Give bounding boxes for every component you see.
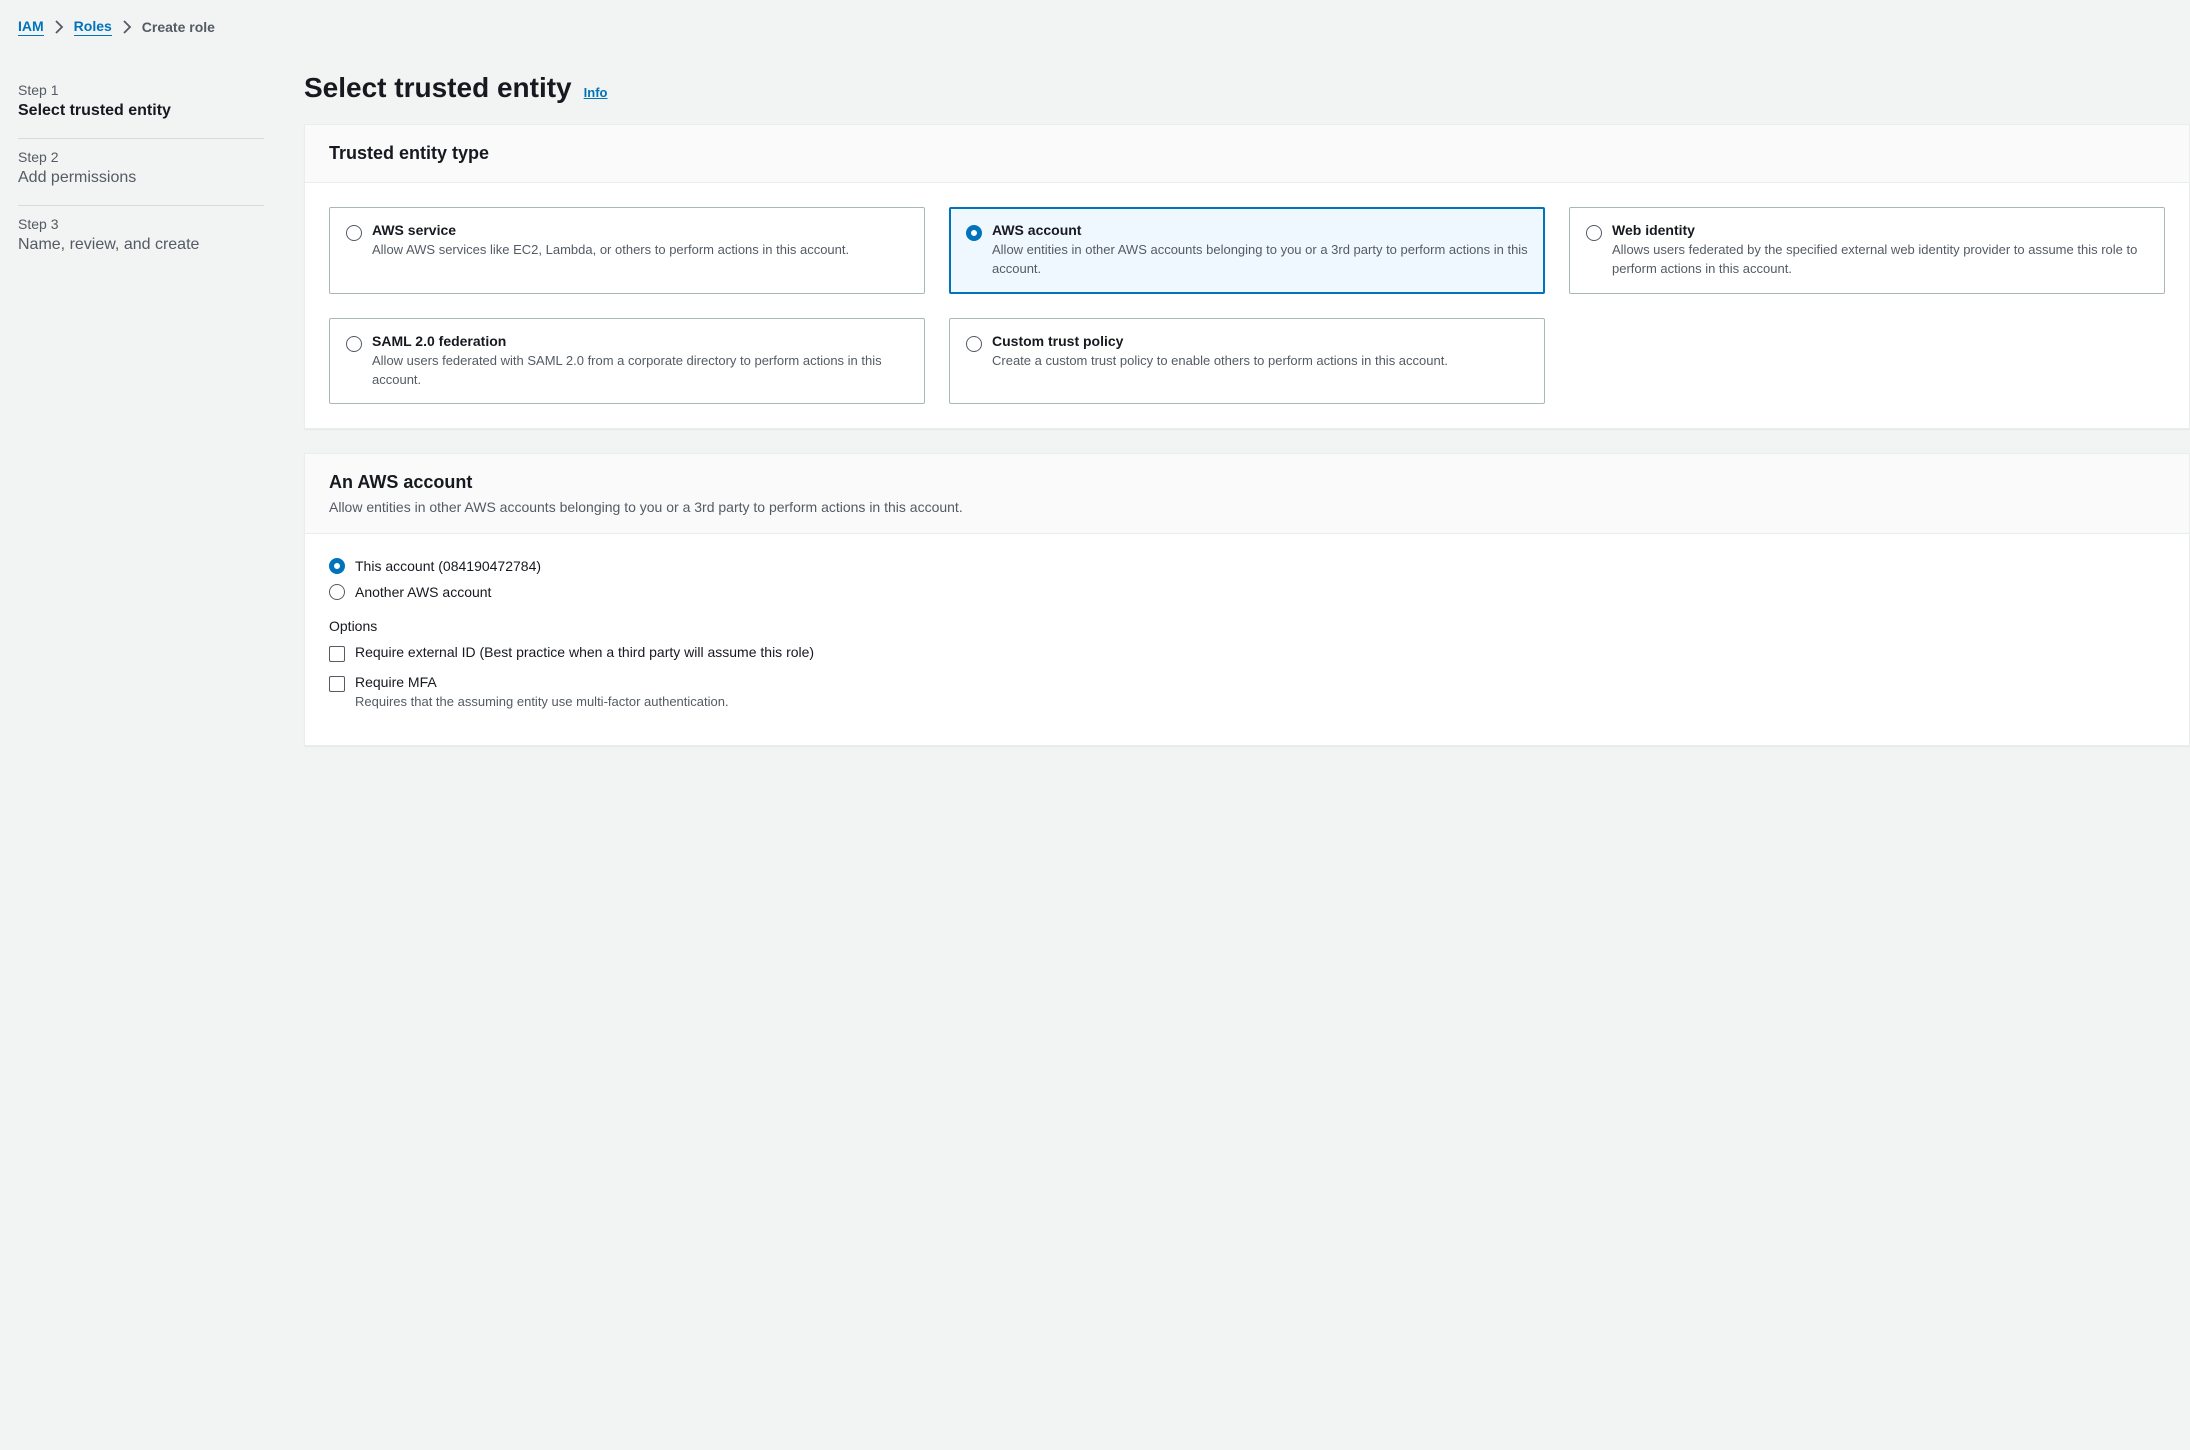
tile-desc: Allow entities in other AWS accounts bel…: [992, 241, 1528, 279]
tile-saml[interactable]: SAML 2.0 federation Allow users federate…: [329, 318, 925, 405]
checkbox-icon: [329, 646, 345, 662]
radio-this-account[interactable]: This account (084190472784): [329, 558, 2165, 574]
tile-custom-trust[interactable]: Custom trust policy Create a custom trus…: [949, 318, 1545, 405]
checkbox-desc: Requires that the assuming entity use mu…: [355, 694, 729, 709]
step-1[interactable]: Step 1 Select trusted entity: [18, 72, 264, 139]
tile-desc: Allow users federated with SAML 2.0 from…: [372, 352, 908, 390]
radio-another-account[interactable]: Another AWS account: [329, 584, 2165, 600]
checkbox-require-mfa[interactable]: Require MFA Requires that the assuming e…: [329, 674, 2165, 709]
page-title: Select trusted entity: [304, 72, 572, 104]
trusted-entity-panel: Trusted entity type AWS service Allow AW…: [304, 124, 2190, 429]
entity-type-tiles: AWS service Allow AWS services like EC2,…: [329, 207, 2165, 404]
step-2[interactable]: Step 2 Add permissions: [18, 139, 264, 206]
chevron-right-icon: [54, 20, 64, 34]
step-title: Add permissions: [18, 169, 264, 187]
breadcrumb-current: Create role: [142, 19, 215, 35]
tile-desc: Create a custom trust policy to enable o…: [992, 352, 1448, 371]
panel-header: An AWS account Allow entities in other A…: [305, 454, 2189, 534]
info-link[interactable]: Info: [584, 85, 608, 100]
main-content: Select trusted entity Info Trusted entit…: [304, 72, 2190, 770]
wizard-steps: Step 1 Select trusted entity Step 2 Add …: [18, 72, 264, 770]
radio-icon: [1586, 225, 1602, 241]
tile-desc: Allow AWS services like EC2, Lambda, or …: [372, 241, 849, 260]
radio-icon: [346, 225, 362, 241]
breadcrumb: IAM Roles Create role: [18, 18, 2190, 36]
tile-title: SAML 2.0 federation: [372, 333, 908, 349]
breadcrumb-roles[interactable]: Roles: [74, 18, 112, 36]
checkbox-icon: [329, 676, 345, 692]
tile-aws-service[interactable]: AWS service Allow AWS services like EC2,…: [329, 207, 925, 294]
radio-label: This account (084190472784): [355, 558, 541, 574]
step-number: Step 2: [18, 149, 264, 165]
step-title: Select trusted entity: [18, 102, 264, 120]
tile-desc: Allows users federated by the specified …: [1612, 241, 2148, 279]
checkbox-label: Require external ID (Best practice when …: [355, 644, 814, 660]
panel-title: An AWS account: [329, 472, 2165, 493]
panel-subtitle: Allow entities in other AWS accounts bel…: [329, 499, 2165, 515]
chevron-right-icon: [122, 20, 132, 34]
step-number: Step 3: [18, 216, 264, 232]
aws-account-panel: An AWS account Allow entities in other A…: [304, 453, 2190, 746]
radio-icon: [346, 336, 362, 352]
step-number: Step 1: [18, 82, 264, 98]
tile-title: Web identity: [1612, 222, 2148, 238]
step-title: Name, review, and create: [18, 236, 264, 254]
tile-title: AWS service: [372, 222, 849, 238]
panel-header: Trusted entity type: [305, 125, 2189, 183]
radio-label: Another AWS account: [355, 584, 491, 600]
step-3[interactable]: Step 3 Name, review, and create: [18, 206, 264, 272]
tile-web-identity[interactable]: Web identity Allows users federated by t…: [1569, 207, 2165, 294]
tile-title: Custom trust policy: [992, 333, 1448, 349]
tile-aws-account[interactable]: AWS account Allow entities in other AWS …: [949, 207, 1545, 294]
tile-title: AWS account: [992, 222, 1528, 238]
radio-icon: [966, 225, 982, 241]
radio-icon: [329, 584, 345, 600]
options-label: Options: [329, 618, 2165, 634]
breadcrumb-iam[interactable]: IAM: [18, 18, 44, 36]
checkbox-require-external-id[interactable]: Require external ID (Best practice when …: [329, 644, 2165, 662]
radio-icon: [329, 558, 345, 574]
radio-icon: [966, 336, 982, 352]
panel-title: Trusted entity type: [329, 143, 2165, 164]
checkbox-label: Require MFA: [355, 674, 729, 690]
